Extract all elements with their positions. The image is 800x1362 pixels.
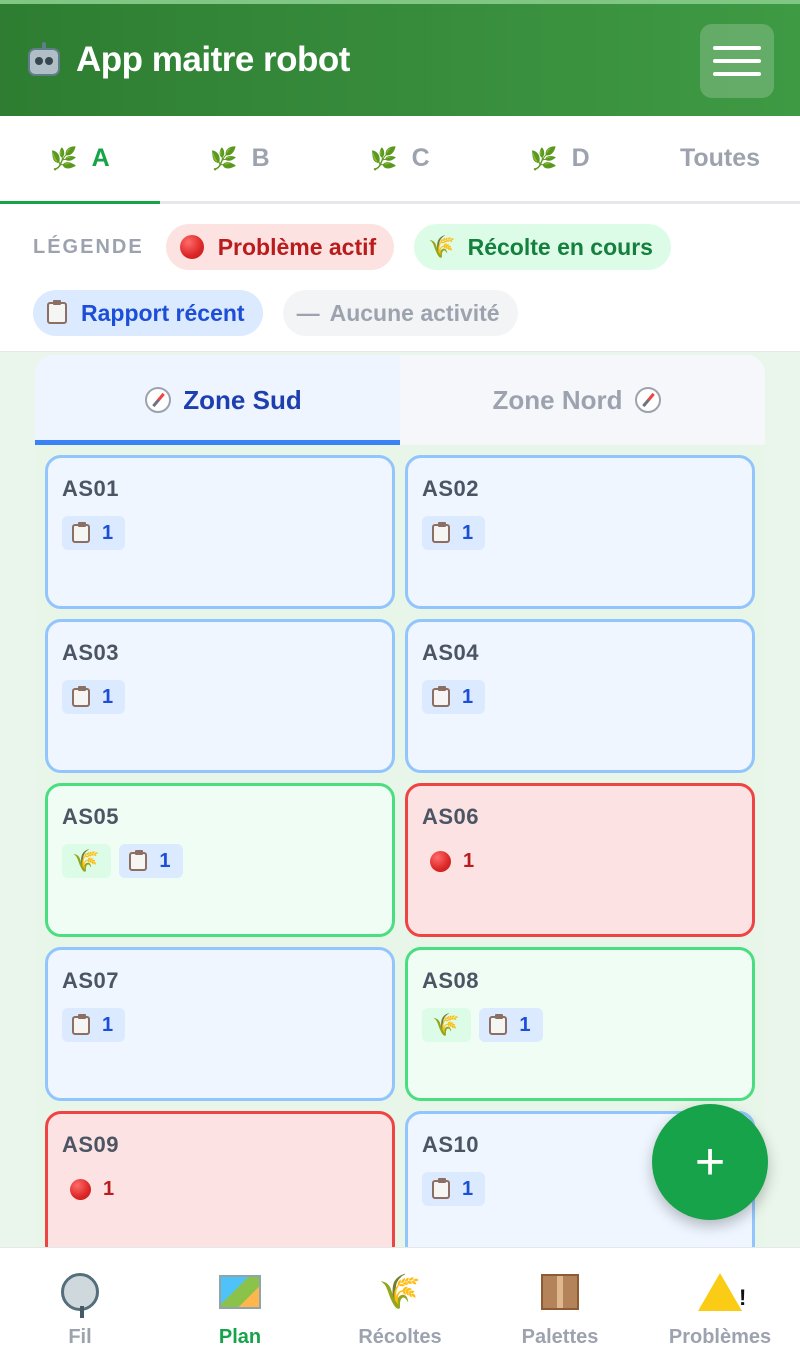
red-circle-icon [70, 1178, 91, 1200]
app-title: App maitre robot [76, 40, 350, 79]
tab-sector-all[interactable]: Toutes [640, 116, 800, 201]
plot-name: AS04 [422, 640, 480, 665]
clipboard-icon [72, 685, 90, 707]
hamburger-menu-button[interactable] [700, 24, 774, 98]
warning-icon: ! [698, 1270, 746, 1314]
tab-label: B [251, 144, 270, 172]
plot-name: AS09 [62, 1132, 120, 1157]
plot-cell-as06[interactable]: AS06 1 [405, 783, 755, 937]
report-badge: 1 [479, 1008, 543, 1042]
leaf-icon: 🌿 [210, 145, 238, 171]
legend-title: LÉGENDE [33, 235, 144, 258]
report-badge: 1 [62, 680, 126, 714]
tab-zone-sud[interactable]: Zone Sud [35, 355, 400, 445]
dash-icon: — [296, 299, 320, 326]
plot-name: AS02 [422, 476, 480, 501]
legend-none-badge: — Aucune activité [282, 290, 518, 336]
package-icon [538, 1270, 582, 1314]
legend-report-badge: Rapport récent [33, 290, 263, 336]
red-circle-icon [430, 850, 451, 872]
clipboard-icon [432, 685, 450, 707]
plot-name: AS06 [422, 804, 480, 829]
plot-name: AS03 [62, 640, 120, 665]
tab-sector-b[interactable]: 🌿 B [160, 116, 320, 201]
tab-sector-c[interactable]: 🌿 C [320, 116, 480, 201]
legend: LÉGENDE Problème actif 🌾 Récolte en cour… [0, 204, 800, 352]
zone-tabs: Zone Sud Zone Nord [35, 355, 765, 445]
nav-item-plan[interactable]: Plan [160, 1248, 320, 1362]
legend-harvest-badge: 🌾 Récolte en cours [414, 224, 671, 270]
leaf-icon: 🌿 [370, 145, 398, 171]
robot-icon [26, 42, 62, 78]
legend-problem-badge: Problème actif [165, 224, 395, 270]
wheat-icon: 🌾 [378, 1273, 422, 1311]
harvest-badge: 🌾 [62, 844, 112, 878]
tab-label: Toutes [679, 144, 761, 172]
plot-grid: AS01 1 AS02 1 AS03 1 AS04 1 AS05 🌾 1 AS0… [45, 455, 755, 1255]
bottom-nav: Fil Plan 🌾 Récoltes Palettes ! Problèmes [0, 1247, 800, 1362]
tab-sector-a[interactable]: 🌿 A [0, 116, 160, 204]
harvest-badge: 🌾 [422, 1008, 472, 1042]
satellite-dish-icon [58, 1270, 102, 1318]
red-circle-icon [179, 235, 204, 259]
nav-item-recoltes[interactable]: 🌾 Récoltes [320, 1248, 480, 1362]
plot-cell-as03[interactable]: AS03 1 [45, 619, 395, 773]
compass-icon [634, 387, 661, 413]
nav-item-fil[interactable]: Fil [0, 1248, 160, 1362]
clipboard-icon [47, 300, 67, 324]
tab-label: C [411, 144, 430, 172]
clipboard-icon [432, 521, 450, 543]
leaf-icon: 🌿 [530, 145, 558, 171]
clipboard-icon [432, 1177, 450, 1199]
plot-cell-as08[interactable]: AS08 🌾 1 [405, 947, 755, 1101]
plot-cell-as04[interactable]: AS04 1 [405, 619, 755, 773]
report-badge: 1 [62, 516, 126, 550]
clipboard-icon [129, 849, 148, 871]
tab-zone-nord[interactable]: Zone Nord [400, 355, 765, 445]
nav-item-palettes[interactable]: Palettes [480, 1248, 640, 1362]
wheat-icon: 🌾 [72, 848, 100, 873]
tab-label: A [91, 144, 110, 172]
clipboard-icon [489, 1013, 508, 1035]
add-button[interactable]: + [652, 1104, 768, 1220]
report-badge: 1 [422, 1172, 486, 1206]
problem-badge: 1 [422, 844, 486, 878]
leaf-icon: 🌿 [50, 145, 78, 171]
tab-sector-d[interactable]: 🌿 D [480, 116, 640, 201]
report-badge: 1 [422, 680, 486, 714]
plot-cell-as05[interactable]: AS05 🌾 1 [45, 783, 395, 937]
zone-panel: Zone Sud Zone Nord AS01 1 AS02 1 AS03 1 … [35, 355, 765, 1255]
plot-cell-as02[interactable]: AS02 1 [405, 455, 755, 609]
nav-item-problemes[interactable]: ! Problèmes [640, 1248, 800, 1362]
plot-name: AS05 [62, 804, 120, 829]
compass-icon [145, 387, 172, 413]
report-badge: 1 [62, 1008, 126, 1042]
wheat-icon: 🌾 [432, 1012, 460, 1037]
app-header: App maitre robot [0, 0, 800, 116]
report-badge: 1 [119, 844, 183, 878]
sector-tabs: 🌿 A 🌿 B 🌿 C 🌿 D Toutes [0, 116, 800, 204]
map-icon [218, 1270, 262, 1314]
report-badge: 1 [422, 516, 486, 550]
tab-label: D [571, 144, 590, 172]
wheat-icon: 🌾 [428, 234, 456, 259]
plot-name: AS08 [422, 968, 480, 993]
hamburger-menu-icon [713, 46, 761, 50]
plot-cell-as09[interactable]: AS09 1 [45, 1111, 395, 1255]
plot-cell-as01[interactable]: AS01 1 [45, 455, 395, 609]
plot-name: AS07 [62, 968, 120, 993]
plot-name: AS01 [62, 476, 120, 501]
plot-cell-as07[interactable]: AS07 1 [45, 947, 395, 1101]
problem-badge: 1 [62, 1172, 126, 1206]
clipboard-icon [72, 521, 90, 543]
clipboard-icon [72, 1013, 90, 1035]
